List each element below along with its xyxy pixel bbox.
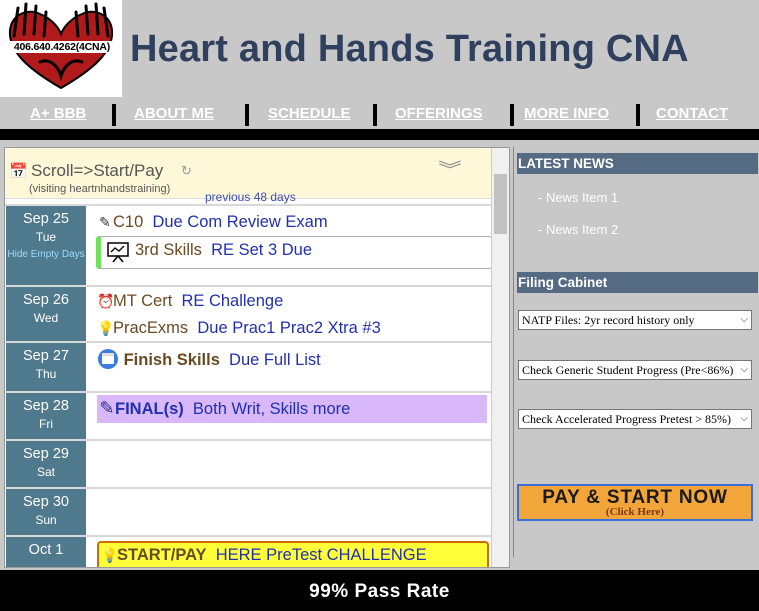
calendar-title[interactable]: Scroll=>Start/Pay — [31, 161, 163, 181]
logo-phone: 406.640.4262(4CNA) — [4, 41, 120, 53]
nav-bbb[interactable]: A+ BBB — [30, 105, 86, 122]
calendar-icon: 📅 — [9, 163, 28, 180]
event-start-pay-box[interactable]: 💡START/PAY HERE PreTest CHALLENGE — [97, 541, 489, 567]
day-row: Sep 29 Sat — [5, 439, 491, 487]
news-item[interactable]: - News Item 1 — [538, 190, 618, 205]
chevron-down-icon: ⌵ — [740, 314, 748, 325]
alarm-clock-icon: ⏰ — [97, 293, 115, 309]
filing-cabinet-heading: Filing Cabinet — [517, 272, 758, 293]
site-title: Heart and Hands Training CNA — [130, 28, 689, 70]
day-weekday: Sun — [35, 513, 57, 527]
nav-about-me[interactable]: ABOUT ME — [134, 105, 214, 122]
event-description: RE Set 3 Due — [211, 241, 312, 259]
divider-bar — [0, 129, 759, 140]
lightbulb-icon: 💡 — [97, 320, 115, 336]
day-label: Oct 1 — [6, 537, 86, 567]
day-date: Oct 1 — [28, 542, 64, 558]
day-row: Sep 30 Sun — [5, 487, 491, 535]
day-date: Sep 30 — [23, 494, 69, 510]
nav-separator — [245, 104, 249, 126]
day-date: Sep 26 — [23, 292, 69, 308]
day-label: Sep 29 Sat — [6, 441, 86, 487]
day-date: Sep 25 — [23, 211, 69, 227]
day-date: Sep 29 — [23, 446, 69, 462]
day-label: Sep 30 Sun — [6, 489, 86, 535]
event-category: 3rd Skills — [135, 241, 202, 259]
calendar-header: 📅 Scroll=>Start/Pay ↻ (visiting heartnha… — [5, 148, 491, 204]
pencil-icon: ✎ — [99, 398, 115, 418]
day-label: Sep 26 Wed — [6, 287, 86, 341]
day-weekday: Sat — [36, 465, 55, 479]
day-label: Sep 28 Fri — [6, 393, 86, 439]
scroll-thumb[interactable] — [494, 174, 507, 234]
presentation-board-icon — [107, 242, 129, 263]
day-label: Sep 27 Thu — [6, 343, 86, 391]
day-row: Oct 1 💡START/PAY HERE PreTest CHALLENGE — [5, 535, 491, 567]
latest-news-heading: LATEST NEWS — [517, 153, 758, 174]
previous-days-link[interactable]: previous 48 days — [205, 190, 296, 204]
logo[interactable]: 406.640.4262(4CNA) — [0, 0, 122, 97]
event-final-box[interactable]: ✎FINAL(s) Both Writ, Skills more — [97, 395, 487, 423]
day-weekday: Tue — [35, 230, 57, 244]
day-weekday: Fri — [39, 417, 53, 431]
chevron-down-double-icon[interactable]: ︾ — [438, 156, 461, 182]
accelerated-progress-select[interactable]: Check Accelerated Progress Pretest > 85%… — [518, 409, 752, 429]
pass-rate-text: 99% Pass Rate — [309, 581, 450, 602]
refresh-icon[interactable]: ↻ — [181, 163, 192, 179]
day-row: Sep 26 Wed ⏰MT Cert RE Challenge 💡PracEx… — [5, 285, 491, 341]
calendar-scrollbar[interactable] — [491, 148, 509, 567]
calendar-widget: 📅 Scroll=>Start/Pay ↻ (visiting heartnha… — [4, 147, 510, 568]
day-row: Sep 28 Fri ✎FINAL(s) Both Writ, Skills m… — [5, 391, 491, 439]
calendar-subtitle: (visiting heartnhandstraining) — [29, 183, 171, 195]
site-header: 406.640.4262(4CNA) Heart and Hands Train… — [0, 0, 759, 130]
pencil-icon: ✎ — [99, 214, 111, 230]
clapperboard-icon — [98, 349, 118, 369]
day-weekday: Thu — [35, 367, 57, 381]
calendar-days: Sep 25 Tue Hide Empty Days ✎ C10 Due Com … — [5, 204, 492, 567]
day-label: Sep 25 Tue Hide Empty Days — [6, 206, 86, 285]
news-item[interactable]: - News Item 2 — [538, 222, 618, 237]
day-date: Sep 27 — [23, 348, 69, 364]
nav-schedule[interactable]: SCHEDULE — [268, 105, 351, 122]
nav-separator — [636, 104, 640, 126]
sidebar-divider — [513, 147, 514, 557]
day-weekday: Wed — [33, 311, 59, 325]
event-prac-exams[interactable]: 💡PracExms Due Prac1 Prac2 Xtra #3 — [97, 319, 381, 338]
nav-separator — [373, 104, 377, 126]
event-c10[interactable]: ✎ C10 Due Com Review Exam — [97, 213, 327, 232]
day-row: Sep 25 Tue Hide Empty Days ✎ C10 Due Com … — [5, 204, 492, 285]
lightbulb-icon: 💡 — [101, 547, 119, 563]
natp-files-select[interactable]: NATP Files: 2yr record history only ⌵ — [518, 310, 752, 330]
pay-start-now-button[interactable]: PAY & START NOW (Click Here) — [517, 484, 753, 521]
event-mt-cert[interactable]: ⏰MT Cert RE Challenge — [97, 292, 283, 311]
day-row: Sep 27 Thu Finish Skills Due Full List — [5, 341, 491, 391]
hide-empty-days-link[interactable]: Hide Empty Days — [6, 247, 86, 262]
event-finish-skills[interactable]: Finish Skills Due Full List — [97, 348, 321, 370]
event-3rd-skills-box[interactable]: 3rd Skills RE Set 3 Due — [96, 236, 492, 269]
main-nav: A+ BBB ABOUT ME SCHEDULE OFFERINGS MORE … — [0, 100, 759, 128]
nav-more-info[interactable]: MORE INFO — [524, 105, 609, 122]
nav-contact[interactable]: CONTACT — [656, 105, 728, 122]
day-date: Sep 28 — [23, 398, 69, 414]
nav-separator — [112, 104, 116, 126]
generic-progress-select[interactable]: Check Generic Student Progress (Pre<86%)… — [518, 360, 752, 380]
nav-separator — [510, 104, 514, 126]
nav-offerings[interactable]: OFFERINGS — [395, 105, 483, 122]
chevron-down-icon: ⌵ — [740, 413, 748, 424]
chevron-down-icon: ⌵ — [740, 364, 748, 375]
